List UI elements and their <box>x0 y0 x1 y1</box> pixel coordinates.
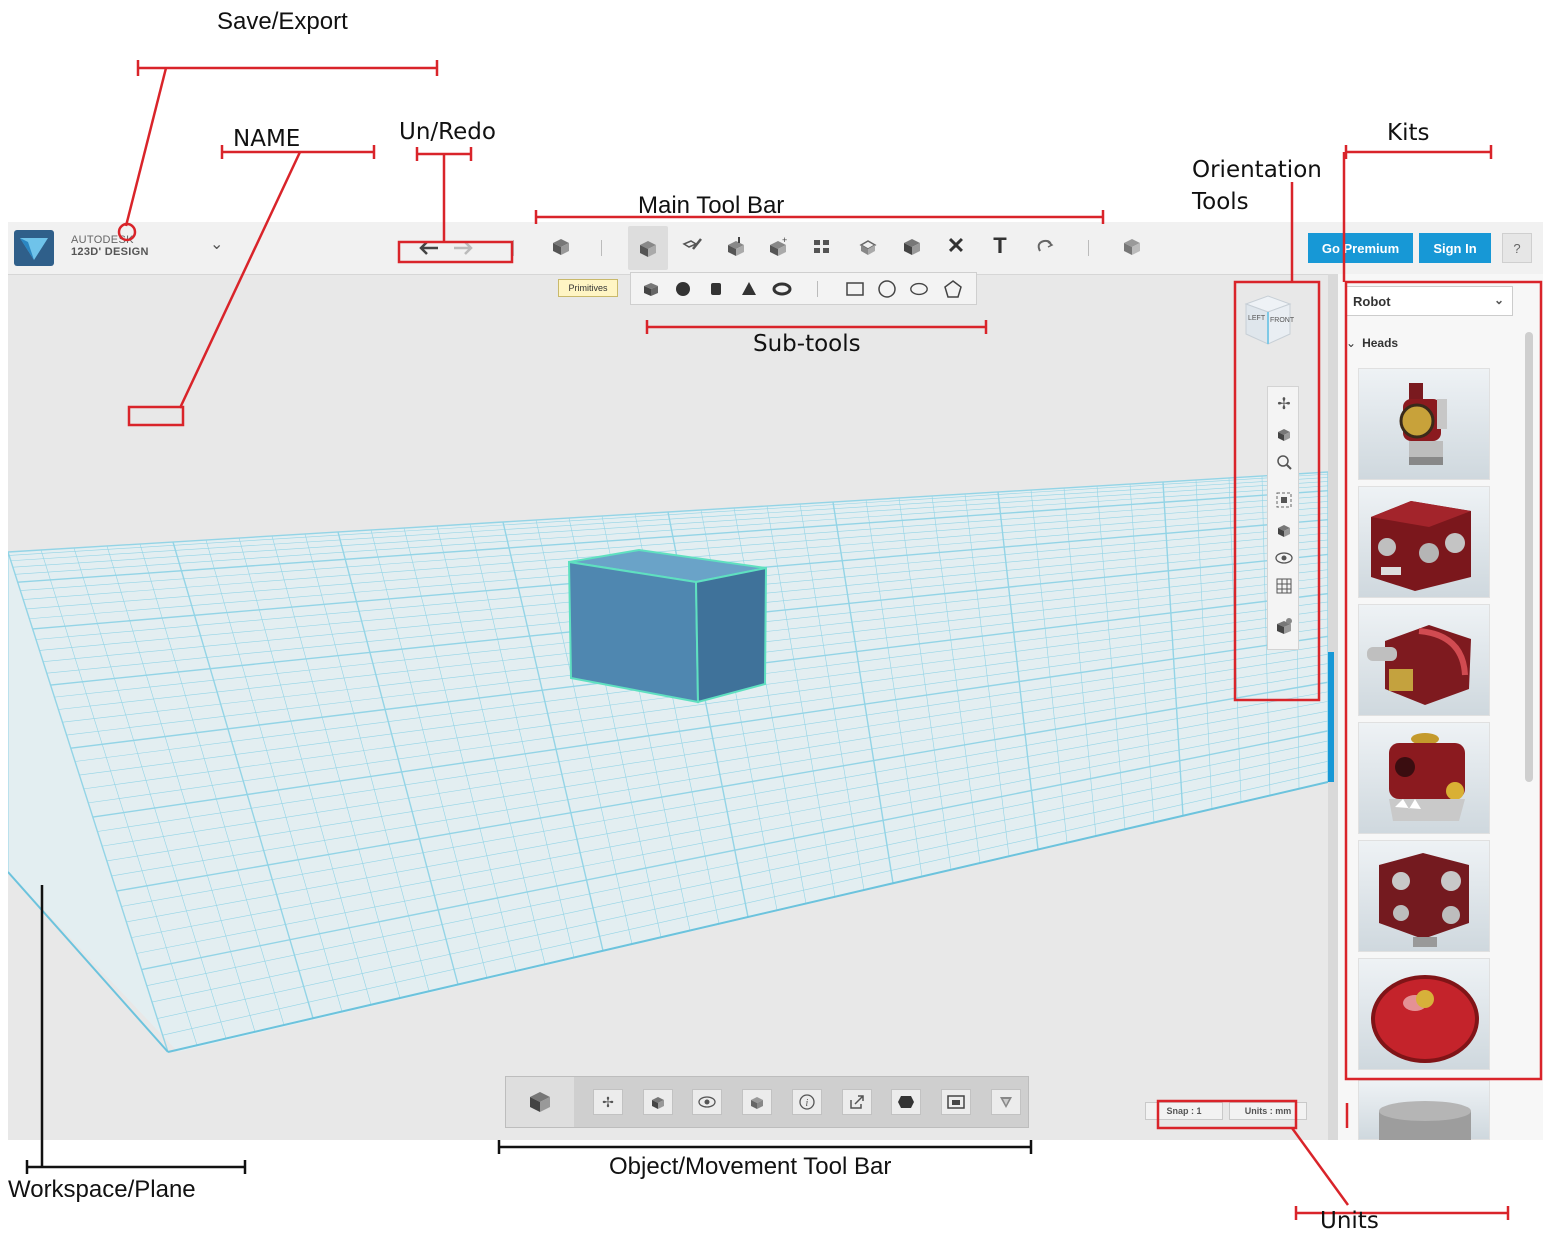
smart-scale-icon[interactable] <box>643 1089 673 1115</box>
text-icon[interactable]: T <box>986 232 1014 260</box>
panel-collapse-tab[interactable] <box>1328 652 1334 782</box>
material-view-icon[interactable] <box>1273 615 1295 637</box>
delete-icon[interactable]: ✕ <box>942 232 970 260</box>
hide-icon[interactable] <box>692 1089 722 1115</box>
orientation-tool-bar: ✢ <box>1267 386 1299 650</box>
subtools-divider <box>817 281 818 297</box>
material-icon[interactable] <box>891 1089 921 1115</box>
zoom-icon[interactable] <box>1273 451 1295 473</box>
kit-item-robot-head-1[interactable] <box>1358 368 1490 480</box>
box-icon[interactable] <box>641 279 661 299</box>
construct-icon[interactable] <box>722 232 750 260</box>
kit-section-label: Heads <box>1362 336 1399 350</box>
orbit-icon[interactable] <box>1273 423 1295 445</box>
annotation-workspace: Workspace/Plane <box>8 1176 196 1203</box>
cone-icon[interactable] <box>739 279 759 299</box>
kit-item-robot-head-6[interactable] <box>1358 958 1490 1070</box>
undo-button[interactable] <box>416 237 442 259</box>
sub-tools-bar <box>630 272 977 305</box>
brand-line-1: AUTODESK <box>71 234 134 246</box>
sign-in-button[interactable]: Sign In <box>1419 233 1491 263</box>
annotation-object-movement: Object/Movement Tool Bar <box>609 1153 892 1180</box>
move-icon[interactable]: ✢ <box>593 1089 623 1115</box>
new-object-icon[interactable] <box>547 232 575 260</box>
solid-icon[interactable] <box>742 1089 772 1115</box>
chevron-down-icon: ⌄ <box>1493 293 1504 307</box>
info-icon[interactable]: i <box>792 1089 822 1115</box>
object-icon[interactable] <box>506 1077 574 1127</box>
autodesk-logo-icon[interactable] <box>14 230 54 266</box>
sketch-icon[interactable] <box>678 232 706 260</box>
fit-icon[interactable] <box>1273 489 1295 511</box>
group-icon[interactable] <box>854 232 882 260</box>
view-cube[interactable]: LEFT FRONT <box>1240 290 1296 350</box>
toolbar-divider <box>513 240 514 256</box>
toolbar-divider <box>601 240 602 256</box>
circle-icon[interactable] <box>877 279 897 299</box>
pattern-icon[interactable] <box>808 232 836 260</box>
box-object[interactable] <box>567 548 768 704</box>
snap-display[interactable]: Snap : 1 <box>1145 1102 1223 1120</box>
torus-icon[interactable] <box>772 279 792 299</box>
kit-item-robot-head-4[interactable] <box>1358 722 1490 834</box>
units-display[interactable]: Units : mm <box>1229 1102 1307 1120</box>
kits-panel: Robot ⌄ ⌄ Heads <box>1338 274 1543 1140</box>
pan-icon[interactable]: ✢ <box>1273 393 1295 415</box>
object-movement-toolbar: ✢ i <box>505 1076 1029 1128</box>
kit-dropdown-value: Robot <box>1353 294 1391 309</box>
redo-arrow-icon <box>454 241 473 255</box>
chevron-down-icon: ⌄ <box>1346 336 1357 350</box>
annotation-orientation-tools: Tools <box>1192 189 1249 215</box>
help-button[interactable]: ? <box>1502 233 1532 263</box>
ellipse-icon[interactable] <box>909 279 929 299</box>
snap-icon[interactable] <box>1031 232 1059 260</box>
annotation-units: Units <box>1320 1208 1379 1234</box>
toolbar-divider <box>1088 240 1089 256</box>
view-icon[interactable] <box>1273 519 1295 541</box>
annotation-name: NAME <box>233 126 301 152</box>
workspace-plane[interactable] <box>8 222 1328 1140</box>
viewcube-left-label: LEFT <box>1248 315 1266 322</box>
kit-item-robot-head-3[interactable] <box>1358 604 1490 716</box>
app-brand: AUTODESK 123D' DESIGN <box>71 234 149 258</box>
primitives-tooltip: Primitives <box>558 279 618 297</box>
kit-item-robot-head-7[interactable] <box>1358 1080 1490 1140</box>
annotation-orientation: Orientation <box>1192 157 1322 183</box>
annotation-un-redo: Un/Redo <box>399 119 496 145</box>
export-icon[interactable] <box>842 1089 872 1115</box>
kits-scrollbar[interactable] <box>1525 332 1533 782</box>
kit-section-heads[interactable]: ⌄ Heads <box>1346 336 1398 350</box>
snapshot-icon[interactable] <box>941 1089 971 1115</box>
kit-dropdown[interactable]: Robot ⌄ <box>1346 286 1513 316</box>
sphere-icon[interactable] <box>673 279 693 299</box>
undo-arrow-icon <box>419 241 438 255</box>
rectangle-icon[interactable] <box>845 279 865 299</box>
viewcube-front-label: FRONT <box>1270 317 1295 324</box>
cylinder-icon[interactable] <box>706 279 726 299</box>
measure-icon[interactable] <box>991 1089 1021 1115</box>
main-menu-chevron-icon[interactable]: ⌄ <box>210 234 223 254</box>
annotation-kits: Kits <box>1387 120 1430 146</box>
modify-icon[interactable]: + <box>764 232 792 260</box>
visibility-icon[interactable] <box>1273 547 1295 569</box>
svg-text:+: + <box>782 235 787 245</box>
annotation-main-tool-bar: Main Tool Bar <box>638 192 785 219</box>
grid-icon[interactable] <box>1273 575 1295 597</box>
annotation-sub-tools: Sub-tools <box>753 331 861 357</box>
combine-icon[interactable] <box>898 232 926 260</box>
polygon-icon[interactable] <box>943 279 963 299</box>
top-bar: AUTODESK 123D' DESIGN ⌄ + ✕ T Go Premium… <box>8 222 1543 275</box>
kit-item-robot-head-2[interactable] <box>1358 486 1490 598</box>
go-premium-button[interactable]: Go Premium <box>1308 233 1413 263</box>
app-window: AUTODESK 123D' DESIGN ⌄ + ✕ T Go Premium… <box>8 222 1543 1140</box>
kit-item-robot-head-5[interactable] <box>1358 840 1490 952</box>
primitives-icon[interactable] <box>628 226 668 270</box>
annotation-save-export: Save/Export <box>217 8 348 35</box>
redo-button[interactable] <box>450 237 476 259</box>
svg-text:i: i <box>806 1098 809 1109</box>
material-icon[interactable] <box>1118 232 1146 260</box>
brand-line-2: 123D' DESIGN <box>71 246 149 258</box>
